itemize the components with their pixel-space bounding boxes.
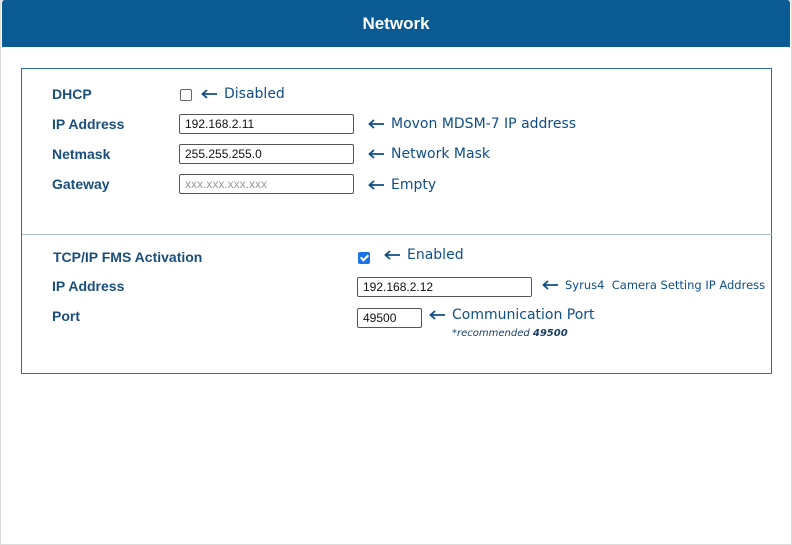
- page-title: Network: [2, 0, 790, 47]
- gateway-annotation: Empty: [367, 177, 436, 193]
- port-recommendation: *recommended 49500: [452, 328, 568, 339]
- netmask-input[interactable]: [179, 144, 354, 164]
- fms-activation-annotation: Enabled: [383, 247, 464, 263]
- dhcp-label: DHCP: [52, 86, 92, 102]
- dhcp-checkbox[interactable]: [180, 89, 192, 101]
- gateway-annotation-text: Empty: [391, 177, 437, 193]
- ip-address-label: IP Address: [52, 116, 125, 132]
- dhcp-annotation-text: Disabled: [224, 86, 285, 102]
- port-recommendation-value: 49500: [532, 328, 568, 339]
- port-label: Port: [52, 308, 80, 324]
- fms-activation-annotation-text: Enabled: [407, 247, 464, 263]
- port-annotation: Communication Port: [428, 307, 595, 323]
- left-arrow-icon: [542, 280, 558, 290]
- gateway-label: Gateway: [52, 176, 110, 192]
- port-input[interactable]: [357, 308, 422, 328]
- fms-activation-checkbox[interactable]: [358, 252, 370, 264]
- ip-address-input[interactable]: [179, 114, 354, 134]
- fms-activation-label: TCP/IP FMS Activation: [53, 249, 203, 265]
- netmask-annotation: Network Mask: [367, 146, 490, 162]
- left-arrow-icon: [384, 250, 400, 260]
- network-settings-panel: [21, 68, 772, 374]
- ip-address-annotation: Movon MDSM-7 IP address: [367, 116, 576, 132]
- gateway-input[interactable]: [179, 174, 354, 194]
- left-arrow-icon: [368, 119, 384, 129]
- port-recommendation-prefix: *recommended: [452, 328, 533, 339]
- netmask-label: Netmask: [52, 146, 111, 162]
- left-arrow-icon: [201, 89, 217, 99]
- left-arrow-icon: [368, 149, 384, 159]
- section-divider: [22, 234, 772, 235]
- fms-ip-address-label: IP Address: [52, 278, 125, 294]
- netmask-annotation-text: Network Mask: [391, 146, 490, 162]
- left-arrow-icon: [368, 180, 384, 190]
- ip-address-annotation-text: Movon MDSM-7 IP address: [391, 116, 577, 132]
- fms-ip-address-input[interactable]: [357, 277, 532, 297]
- fms-ip-address-annotation-text: Syrus4 Camera Setting IP Address: [565, 278, 766, 292]
- port-annotation-text: Communication Port: [452, 307, 595, 323]
- dhcp-annotation: Disabled: [200, 86, 285, 102]
- fms-ip-address-annotation: Syrus4 Camera Setting IP Address: [541, 278, 765, 292]
- left-arrow-icon: [429, 310, 445, 320]
